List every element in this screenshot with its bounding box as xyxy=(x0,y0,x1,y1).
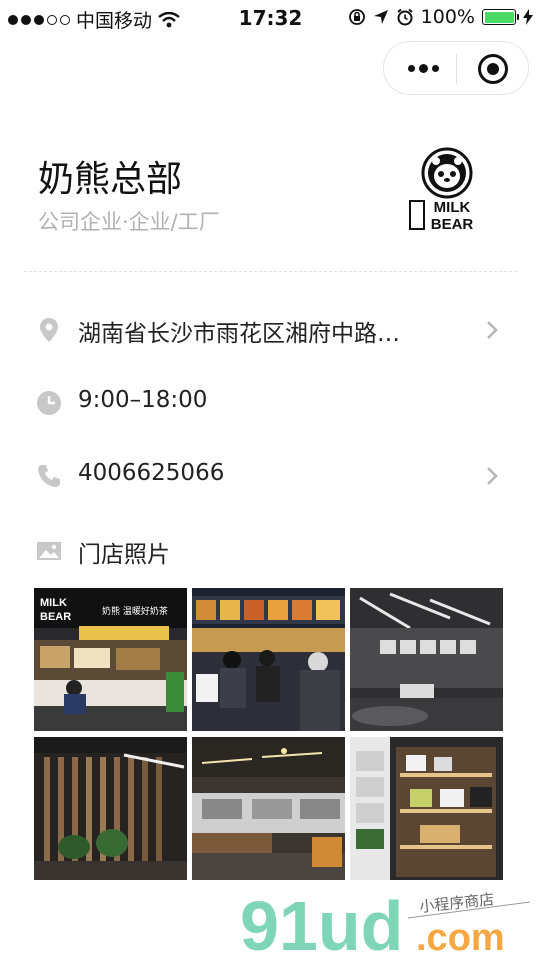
address-text: 湖南省长沙市雨花区湘府中路… xyxy=(78,321,400,347)
header-divider xyxy=(24,271,517,272)
battery-icon xyxy=(482,9,519,25)
photos-section-label: 门店照片 xyxy=(78,542,170,568)
address-row[interactable]: 湖南省长沙市雨花区湘府中路… xyxy=(0,304,541,354)
hours-row: 9:00–18:00 xyxy=(0,377,541,427)
store-photo[interactable] xyxy=(192,588,345,731)
more-options-button[interactable] xyxy=(402,54,444,82)
watermark-tagline: 小程序商店 xyxy=(419,890,495,916)
photos-label-row: 门店照片 xyxy=(0,525,541,575)
store-photo[interactable]: MILK BEAR 奶熊 温暖好奶茶 xyxy=(34,588,187,731)
store-photos-grid: MILK BEAR 奶熊 温暖好奶茶 xyxy=(34,588,503,880)
photo-sign-bottom: BEAR xyxy=(40,611,71,623)
miniprogram-capsule xyxy=(383,41,529,95)
store-category: 公司企业·企业/工厂 xyxy=(38,210,220,234)
store-photo[interactable] xyxy=(192,737,345,880)
store-logo: MILK BEAR xyxy=(409,147,474,233)
chevron-right-icon xyxy=(487,467,498,485)
location-arrow-icon xyxy=(373,10,388,24)
phone-icon xyxy=(38,465,60,487)
status-right: 100% xyxy=(348,6,533,28)
status-bar: 中国移动 17:32 100% xyxy=(0,0,541,36)
image-icon xyxy=(37,542,61,560)
watermark-logo: 91ud .com 小程序商店 xyxy=(240,888,531,956)
phone-number-text: 4006625066 xyxy=(78,460,225,486)
capsule-divider xyxy=(456,54,457,84)
battery-percent: 100% xyxy=(420,6,475,28)
chevron-right-icon xyxy=(487,321,498,339)
phone-row[interactable]: 4006625066 xyxy=(0,450,541,500)
rotation-lock-icon xyxy=(348,9,365,25)
store-photo[interactable] xyxy=(34,737,187,880)
watermark-domain: .com xyxy=(416,917,505,956)
store-photo[interactable] xyxy=(350,588,503,731)
store-photo[interactable] xyxy=(350,737,503,880)
business-hours-text: 9:00–18:00 xyxy=(78,387,208,413)
watermark-main: 91ud xyxy=(240,888,403,956)
location-pin-icon xyxy=(40,318,58,342)
logo-text-top: MILK xyxy=(434,199,471,216)
logo-text-bottom: BEAR xyxy=(431,216,474,233)
clock-icon xyxy=(37,391,61,415)
charging-bolt-icon xyxy=(523,9,533,25)
photo-sign-right: 奶熊 温暖好奶茶 xyxy=(102,605,168,617)
photo-sign-top: MILK xyxy=(40,597,67,609)
alarm-icon xyxy=(397,8,413,26)
close-miniprogram-button[interactable] xyxy=(478,54,508,84)
store-name: 奶熊总部 xyxy=(38,159,183,200)
